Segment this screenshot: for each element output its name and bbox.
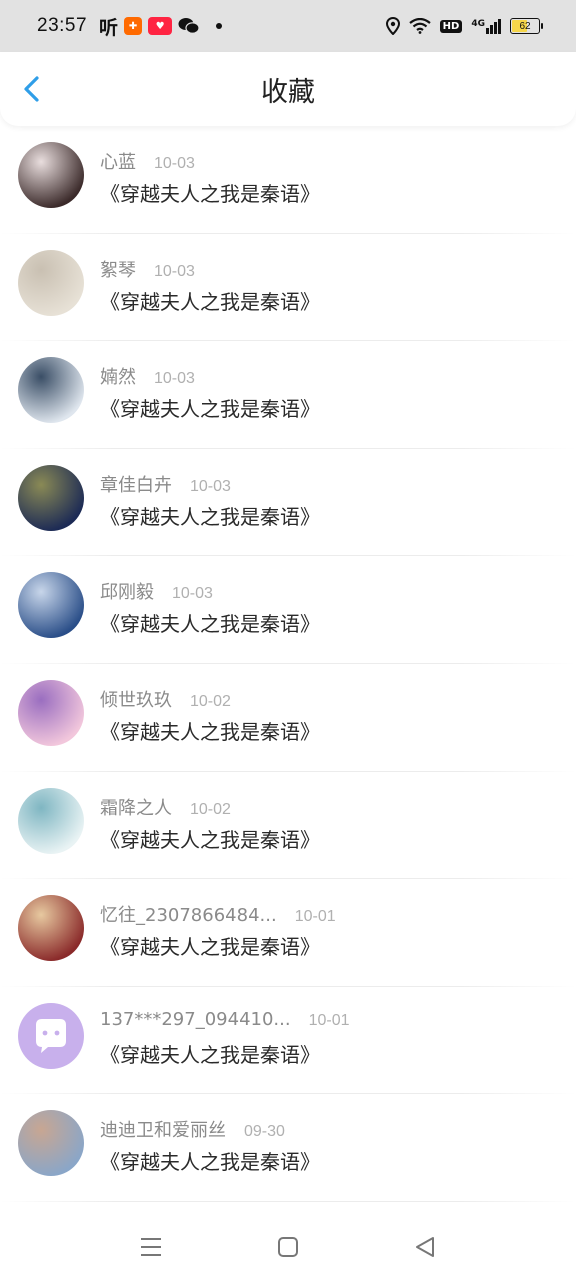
avatar[interactable] (18, 1002, 84, 1069)
avatar[interactable] (18, 357, 84, 424)
book-title[interactable]: 《穿越夫人之我是秦语》 (100, 286, 320, 315)
item-date: 10-03 (154, 155, 195, 172)
menu-icon[interactable] (136, 1232, 166, 1262)
list-item[interactable]: 忆往_2307866484... 10-01 《穿越夫人之我是秦语》 (0, 879, 576, 987)
user-name[interactable]: 心蓝 (100, 148, 136, 174)
list-item[interactable]: 倾世玖玖 10-02 《穿越夫人之我是秦语》 (0, 664, 576, 772)
list-item[interactable]: 章佳白卉 10-03 《穿越夫人之我是秦语》 (0, 449, 576, 557)
item-meta: 絮琴 10-03 (100, 256, 195, 282)
signal-icon: 4G (471, 18, 501, 34)
list-item[interactable]: 迪迪卫和爱丽丝 09-30 《穿越夫人之我是秦语》 (0, 1094, 576, 1202)
avatar[interactable] (18, 787, 84, 854)
item-meta: 婻然 10-03 (100, 363, 195, 389)
user-name[interactable]: 137***297_094410... (100, 1009, 291, 1030)
item-date: 10-03 (172, 585, 213, 603)
chat-bubble-icon (36, 1018, 66, 1053)
home-icon[interactable] (273, 1232, 303, 1262)
book-title[interactable]: 《穿越夫人之我是秦语》 (100, 931, 320, 960)
user-name[interactable]: 絮琴 (100, 256, 136, 282)
list-item[interactable]: 137***297_094410... 10-01 《穿越夫人之我是秦语》 (0, 987, 576, 1095)
system-nav-bar (0, 1212, 576, 1280)
user-name[interactable]: 婻然 (100, 363, 136, 389)
item-meta: 心蓝 10-03 (100, 148, 195, 174)
book-title[interactable]: 《穿越夫人之我是秦语》 (100, 824, 320, 853)
user-name[interactable]: 霜降之人 (100, 794, 172, 820)
list-item[interactable]: 絮琴 10-03 《穿越夫人之我是秦语》 (0, 234, 576, 342)
user-name[interactable]: 忆往_2307866484... (100, 901, 277, 927)
book-title[interactable]: 《穿越夫人之我是秦语》 (100, 608, 320, 637)
book-title[interactable]: 《穿越夫人之我是秦语》 (100, 1146, 320, 1175)
item-date: 10-02 (190, 692, 231, 710)
item-date: 10-03 (154, 370, 195, 388)
divider (0, 1200, 576, 1202)
location-icon (385, 17, 400, 35)
wifi-icon (408, 18, 431, 34)
book-title[interactable]: 《穿越夫人之我是秦语》 (100, 393, 320, 422)
wechat-icon (178, 18, 200, 34)
back-nav-icon[interactable] (410, 1232, 440, 1262)
app-header: 收藏 (0, 52, 576, 126)
avatar[interactable] (18, 1110, 84, 1177)
notification-icons: 听 ✚ ♥ (99, 13, 223, 40)
favorites-list: 心蓝 10-03 《穿越夫人之我是秦语》 絮琴 10-03 《穿越夫人之我是秦语》 婻然 10… (0, 126, 576, 1202)
user-name[interactable]: 邱刚毅 (100, 578, 154, 604)
item-date: 10-03 (190, 477, 231, 495)
item-meta: 霜降之人 10-02 (100, 794, 231, 820)
item-date: 10-01 (308, 1011, 350, 1029)
network-type: 4G (471, 18, 485, 29)
page-title: 收藏 (261, 76, 315, 108)
status-time: 23:57 (37, 15, 88, 36)
book-title[interactable]: 《穿越夫人之我是秦语》 (100, 716, 320, 745)
item-date: 10-02 (190, 800, 231, 818)
status-indicators: HD 4G 62 (385, 17, 543, 35)
list-item[interactable]: 婻然 10-03 《穿越夫人之我是秦语》 (0, 341, 576, 449)
book-title[interactable]: 《穿越夫人之我是秦语》 (100, 501, 320, 530)
item-meta: 倾世玖玖 10-02 (100, 686, 231, 712)
item-date: 10-01 (294, 908, 336, 926)
item-meta: 邱刚毅 10-03 (100, 578, 213, 604)
list-item[interactable]: 邱刚毅 10-03 《穿越夫人之我是秦语》 (0, 556, 576, 664)
taobao-app-icon: ✚ (124, 17, 143, 35)
avatar[interactable] (18, 249, 84, 316)
xiaohongshu-app-icon: ♥ (148, 17, 173, 35)
book-title[interactable]: 《穿越夫人之我是秦语》 (100, 1039, 320, 1068)
hd-badge: HD (439, 19, 463, 33)
item-date: 10-03 (154, 262, 195, 280)
book-title[interactable]: 《穿越夫人之我是秦语》 (100, 178, 320, 207)
status-bar: 23:57 听 ✚ ♥ HD 4G 62 (0, 0, 576, 52)
ting-app-icon: 听 (99, 16, 119, 39)
item-meta: 迪迪卫和爱丽丝 09-30 (100, 1116, 285, 1142)
avatar[interactable] (18, 142, 84, 208)
item-meta: 章佳白卉 10-03 (100, 471, 231, 497)
user-name[interactable]: 章佳白卉 (100, 471, 172, 497)
item-meta: 137***297_094410... 10-01 (100, 1009, 350, 1030)
more-notifications-dot (216, 23, 223, 29)
avatar[interactable] (18, 895, 84, 962)
avatar[interactable] (18, 679, 84, 746)
user-name[interactable]: 倾世玖玖 (100, 686, 172, 712)
item-date: 09-30 (244, 1123, 285, 1141)
battery-level: 62 (519, 20, 531, 32)
list-item[interactable]: 霜降之人 10-02 《穿越夫人之我是秦语》 (0, 772, 576, 880)
avatar[interactable] (18, 464, 84, 531)
item-meta: 忆往_2307866484... 10-01 (100, 901, 336, 927)
user-name[interactable]: 迪迪卫和爱丽丝 (100, 1116, 226, 1142)
avatar[interactable] (18, 572, 84, 639)
battery-icon: 62 (510, 18, 543, 34)
back-button[interactable] (18, 74, 48, 104)
list-item[interactable]: 心蓝 10-03 《穿越夫人之我是秦语》 (0, 126, 576, 234)
